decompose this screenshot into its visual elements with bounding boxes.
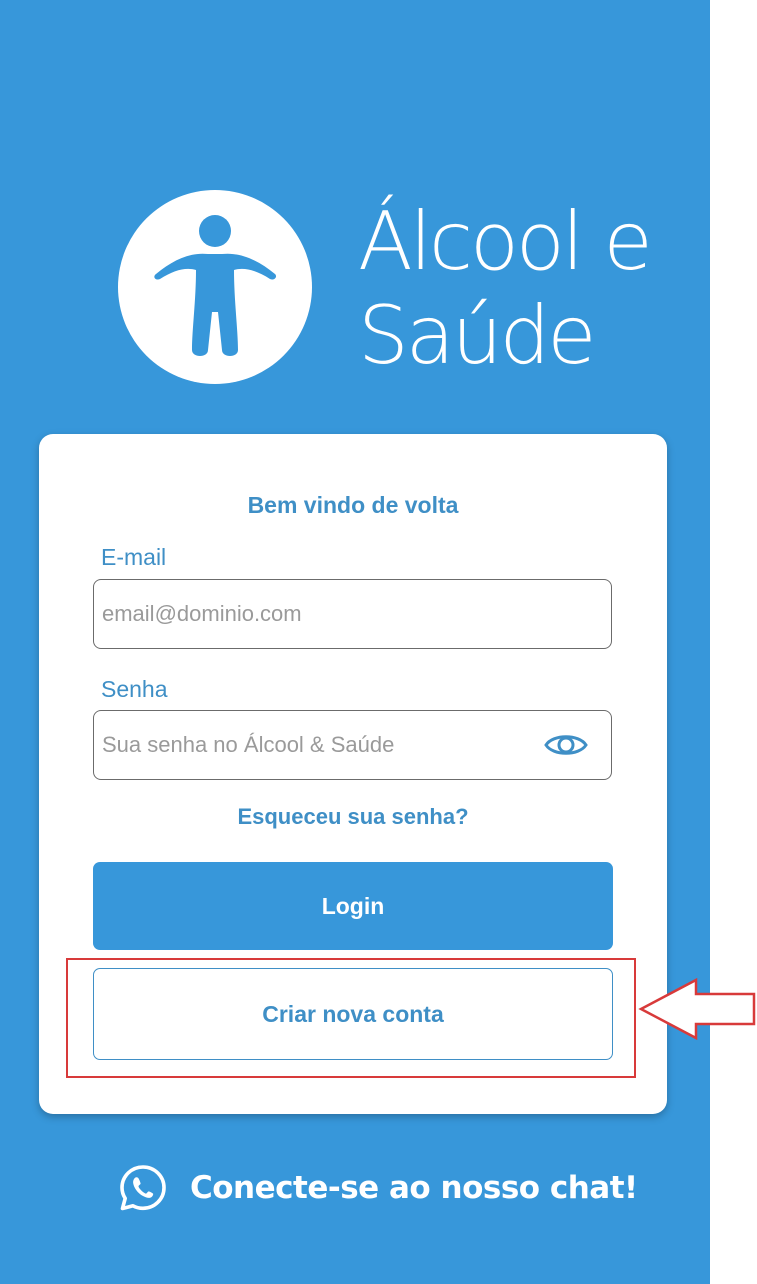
login-button[interactable]: Login xyxy=(93,862,613,950)
eye-icon xyxy=(544,735,588,755)
annotation-highlight-box xyxy=(66,958,636,1078)
annotation-arrow xyxy=(638,977,757,1041)
app-name-line-2: Saúde xyxy=(358,289,597,382)
left-arrow-icon xyxy=(638,977,756,1041)
forgot-password-link[interactable]: Esqueceu sua senha? xyxy=(39,804,667,830)
password-input[interactable] xyxy=(102,711,522,778)
app-logo xyxy=(118,190,312,384)
password-field[interactable] xyxy=(93,710,612,780)
email-input[interactable] xyxy=(102,580,522,647)
app-screen: Álcool e Saúde Bem vindo de volta E-mail… xyxy=(0,0,710,1284)
app-name: Álcool e Saúde xyxy=(358,195,678,383)
app-name-line-1: Álcool e xyxy=(358,195,653,288)
password-label: Senha xyxy=(101,676,168,702)
person-icon xyxy=(118,190,312,384)
email-label: E-mail xyxy=(101,544,167,570)
email-field[interactable] xyxy=(93,579,612,649)
welcome-heading: Bem vindo de volta xyxy=(247,492,459,518)
whatsapp-icon xyxy=(120,1165,166,1211)
chat-link-label: Conecte-se ao nosso chat! xyxy=(190,1170,638,1206)
show-password-button[interactable] xyxy=(543,729,589,761)
chat-link[interactable]: Conecte-se ao nosso chat! xyxy=(118,1162,638,1214)
